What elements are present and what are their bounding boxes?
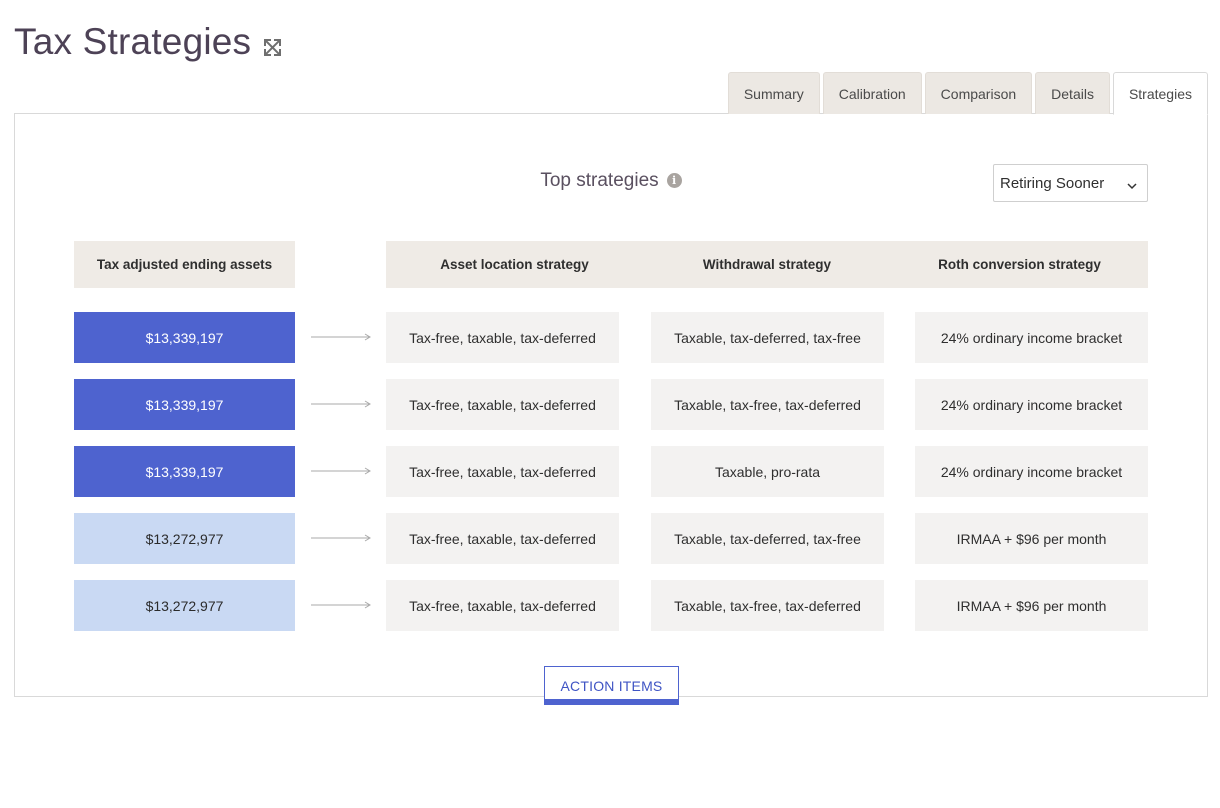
asset-location-cell: Tax-free, taxable, tax-deferred (386, 513, 619, 564)
assets-value: $13,339,197 (74, 379, 295, 430)
table-row: $13,272,977 Tax-free, taxable, tax-defer… (15, 580, 1207, 631)
assets-value: $13,272,977 (74, 513, 295, 564)
section-title: Top strategies (540, 170, 659, 191)
arrow-right-icon (311, 333, 371, 341)
table-row: $13,339,197 Tax-free, taxable, tax-defer… (15, 379, 1207, 430)
withdrawal-cell: Taxable, tax-deferred, tax-free (651, 312, 884, 363)
action-items-button[interactable]: ACTION ITEMS (544, 666, 679, 705)
arrow-right-icon (311, 601, 371, 609)
assets-value: $13,339,197 (74, 446, 295, 497)
withdrawal-cell: Taxable, tax-free, tax-deferred (651, 379, 884, 430)
withdrawal-cell: Taxable, pro-rata (651, 446, 884, 497)
strategies-panel: Top strategies i Retiring Sooner Tax adj… (14, 113, 1208, 705)
arrow-right-icon (311, 467, 371, 475)
page-header: Tax Strategies (14, 20, 282, 64)
roth-conversion-cell: IRMAA + $96 per month (915, 580, 1148, 631)
arrow-right-icon (311, 400, 371, 408)
roth-conversion-cell: 24% ordinary income bracket (915, 312, 1148, 363)
info-icon[interactable]: i (666, 172, 682, 188)
tab-strategies[interactable]: Strategies (1112, 72, 1208, 115)
tab-comparison[interactable]: Comparison (924, 72, 1033, 114)
assets-value: $13,272,977 (74, 580, 295, 631)
arrow-right-icon (311, 534, 371, 542)
table-row: $13,339,197 Tax-free, taxable, tax-defer… (15, 312, 1207, 363)
table-row: $13,272,977 Tax-free, taxable, tax-defer… (15, 513, 1207, 564)
chevron-down-icon (1127, 178, 1137, 190)
header-asset-location: Asset location strategy (386, 241, 643, 288)
roth-conversion-cell: IRMAA + $96 per month (915, 513, 1148, 564)
roth-conversion-cell: 24% ordinary income bracket (915, 379, 1148, 430)
asset-location-cell: Tax-free, taxable, tax-deferred (386, 312, 619, 363)
scenario-select[interactable]: Retiring Sooner (993, 164, 1148, 202)
expand-arrows-icon[interactable] (263, 38, 282, 57)
tab-summary[interactable]: Summary (727, 72, 820, 114)
view-tabs: Summary Calibration Comparison Details S… (727, 72, 1208, 115)
table-row: $13,339,197 Tax-free, taxable, tax-defer… (15, 446, 1207, 497)
withdrawal-cell: Taxable, tax-free, tax-deferred (651, 580, 884, 631)
asset-location-cell: Tax-free, taxable, tax-deferred (386, 580, 619, 631)
asset-location-cell: Tax-free, taxable, tax-deferred (386, 379, 619, 430)
tab-details[interactable]: Details (1035, 72, 1110, 114)
asset-location-cell: Tax-free, taxable, tax-deferred (386, 446, 619, 497)
roth-conversion-cell: 24% ordinary income bracket (915, 446, 1148, 497)
page-title: Tax Strategies (14, 21, 252, 62)
withdrawal-cell: Taxable, tax-deferred, tax-free (651, 513, 884, 564)
header-roth-conversion: Roth conversion strategy (891, 241, 1148, 288)
tab-calibration[interactable]: Calibration (822, 72, 922, 114)
assets-value: $13,339,197 (74, 312, 295, 363)
header-assets: Tax adjusted ending assets (74, 241, 295, 288)
header-withdrawal: Withdrawal strategy (643, 241, 891, 288)
scenario-select-value: Retiring Sooner (1000, 174, 1105, 192)
